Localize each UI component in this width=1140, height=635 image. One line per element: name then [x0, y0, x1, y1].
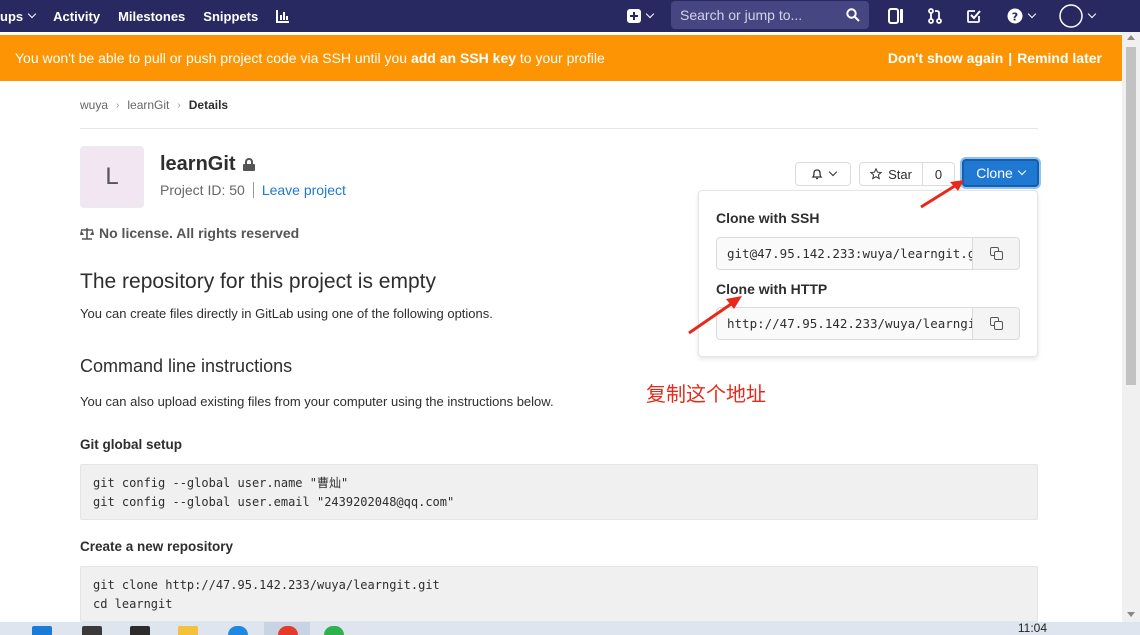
leave-project-link[interactable]: Leave project — [262, 182, 346, 198]
nav-chart[interactable] — [267, 0, 299, 32]
nav-groups[interactable]: ups — [0, 0, 44, 32]
star-count[interactable]: 0 — [922, 162, 955, 186]
chevron-down-icon — [27, 9, 37, 19]
taskbar-app-icon[interactable] — [324, 626, 344, 635]
search-icon[interactable] — [846, 8, 860, 22]
nav-snippets[interactable]: Snippets — [194, 0, 267, 32]
empty-repo-title: The repository for this project is empty — [80, 270, 436, 293]
banner-separator: | — [1008, 50, 1013, 66]
clone-button[interactable]: Clone — [962, 159, 1039, 187]
top-navbar: ups Activity Milestones Snippets ? — [0, 0, 1140, 32]
nav-activity[interactable]: Activity — [44, 0, 109, 32]
clone-ssh-label: Clone with SSH — [716, 210, 820, 226]
meta-divider — [252, 182, 254, 198]
chevron-down-icon — [1087, 9, 1097, 19]
breadcrumb-learngit[interactable]: learnGit — [127, 98, 169, 112]
project-id: Project ID: 50 — [160, 182, 245, 198]
nav-milestones[interactable]: Milestones — [109, 0, 194, 32]
taskbar-app-icon[interactable] — [228, 626, 248, 635]
copy-ssh-url-button[interactable] — [972, 237, 1020, 270]
project-title-row: learnGit — [160, 153, 255, 176]
search-box[interactable] — [671, 1, 869, 29]
user-menu-dropdown[interactable] — [1050, 0, 1104, 32]
copy-http-url-button[interactable] — [972, 307, 1020, 340]
bell-icon — [810, 169, 823, 180]
taskbar-app-icon[interactable] — [82, 626, 102, 635]
copy-icon — [989, 317, 1003, 330]
banner-text-after: to your profile — [516, 50, 605, 66]
taskbar-app-icon[interactable] — [32, 626, 52, 635]
chevron-down-icon — [1017, 166, 1027, 176]
dont-show-again-link[interactable]: Don't show again — [888, 50, 1003, 66]
help-dropdown[interactable]: ? — [998, 0, 1044, 32]
star-label: Star — [888, 166, 912, 182]
lock-icon — [242, 158, 255, 171]
cli-title: Command line instructions — [80, 356, 293, 376]
star-button[interactable]: Star — [859, 162, 923, 186]
cli-description: You can also upload existing files from … — [80, 394, 554, 409]
global-setup-code[interactable]: git config --global user.name "曹灿" git c… — [80, 464, 1038, 520]
notification-settings-button[interactable] — [795, 162, 851, 186]
license-info: No license. All rights reserved — [80, 225, 299, 241]
new-repo-code[interactable]: git clone http://47.95.142.233/wuya/lear… — [80, 566, 1038, 622]
clone-http-url-field[interactable]: http://47.95.142.233/wuya/learngit.git — [716, 307, 973, 340]
chevron-down-icon — [645, 9, 655, 19]
license-text: No license. All rights reserved — [99, 225, 300, 241]
help-icon: ? — [1007, 8, 1023, 24]
taskbar-app-icon[interactable] — [130, 626, 150, 635]
annotation-text: 复制这个地址 — [646, 382, 766, 406]
chevron-right-icon: › — [177, 99, 181, 111]
copy-icon — [989, 247, 1003, 260]
divider — [80, 128, 1038, 129]
nav-groups-label: ups — [0, 8, 24, 24]
empty-repo-description: You can create files directly in GitLab … — [80, 306, 493, 321]
merge-requests-button[interactable] — [918, 0, 952, 32]
user-avatar-icon — [1059, 4, 1083, 28]
chevron-down-icon — [1027, 9, 1037, 19]
breadcrumb-details[interactable]: Details — [189, 98, 228, 112]
project-avatar: L — [80, 146, 144, 208]
todos-button[interactable] — [957, 0, 991, 32]
sidebar-toggle-button[interactable] — [879, 0, 913, 32]
add-ssh-key-link[interactable]: add an SSH key — [411, 50, 516, 66]
plus-square-icon — [627, 9, 641, 23]
taskbar-browser-icon[interactable] — [278, 626, 298, 635]
scroll-thumb[interactable] — [1126, 47, 1136, 385]
banner-text-before: You won't be able to pull or push projec… — [15, 50, 411, 66]
project-meta: Project ID: 50 Leave project — [160, 182, 346, 198]
scale-icon — [80, 227, 94, 240]
svg-text:?: ? — [1012, 11, 1018, 24]
search-input[interactable] — [680, 7, 840, 23]
breadcrumb: wuya › learnGit › Details — [80, 98, 228, 112]
new-item-dropdown[interactable] — [618, 0, 662, 32]
todo-check-icon — [967, 10, 981, 23]
new-repo-heading: Create a new repository — [80, 539, 234, 554]
breadcrumb-wuya[interactable]: wuya — [80, 98, 108, 112]
clone-http-label: Clone with HTTP — [716, 281, 828, 297]
vertical-scrollbar[interactable] — [1122, 32, 1140, 622]
star-icon — [870, 168, 883, 180]
clone-label: Clone — [976, 165, 1013, 181]
clone-dropdown: Clone with SSH git@47.95.142.233:wuya/le… — [698, 190, 1038, 357]
clone-ssh-url-field[interactable]: git@47.95.142.233:wuya/learngit.git — [716, 237, 973, 270]
remind-later-link[interactable]: Remind later — [1017, 50, 1102, 66]
chevron-right-icon: › — [116, 99, 120, 111]
project-name: learnGit — [160, 153, 236, 175]
scroll-down-arrow-icon[interactable] — [1127, 612, 1135, 617]
chevron-down-icon — [828, 167, 837, 177]
taskbar-folder-icon[interactable] — [178, 626, 198, 635]
ssh-key-warning-banner: You won't be able to pull or push projec… — [0, 35, 1122, 81]
scroll-up-arrow-icon[interactable] — [1127, 35, 1135, 40]
banner-actions: Don't show again | Remind later — [888, 35, 1102, 81]
chart-icon — [276, 10, 290, 23]
panel-icon — [888, 8, 903, 24]
os-taskbar: 11:04 — [0, 622, 1140, 635]
global-setup-heading: Git global setup — [80, 437, 183, 452]
taskbar-clock[interactable]: 11:04 — [1018, 622, 1047, 635]
merge-request-icon — [928, 8, 942, 24]
